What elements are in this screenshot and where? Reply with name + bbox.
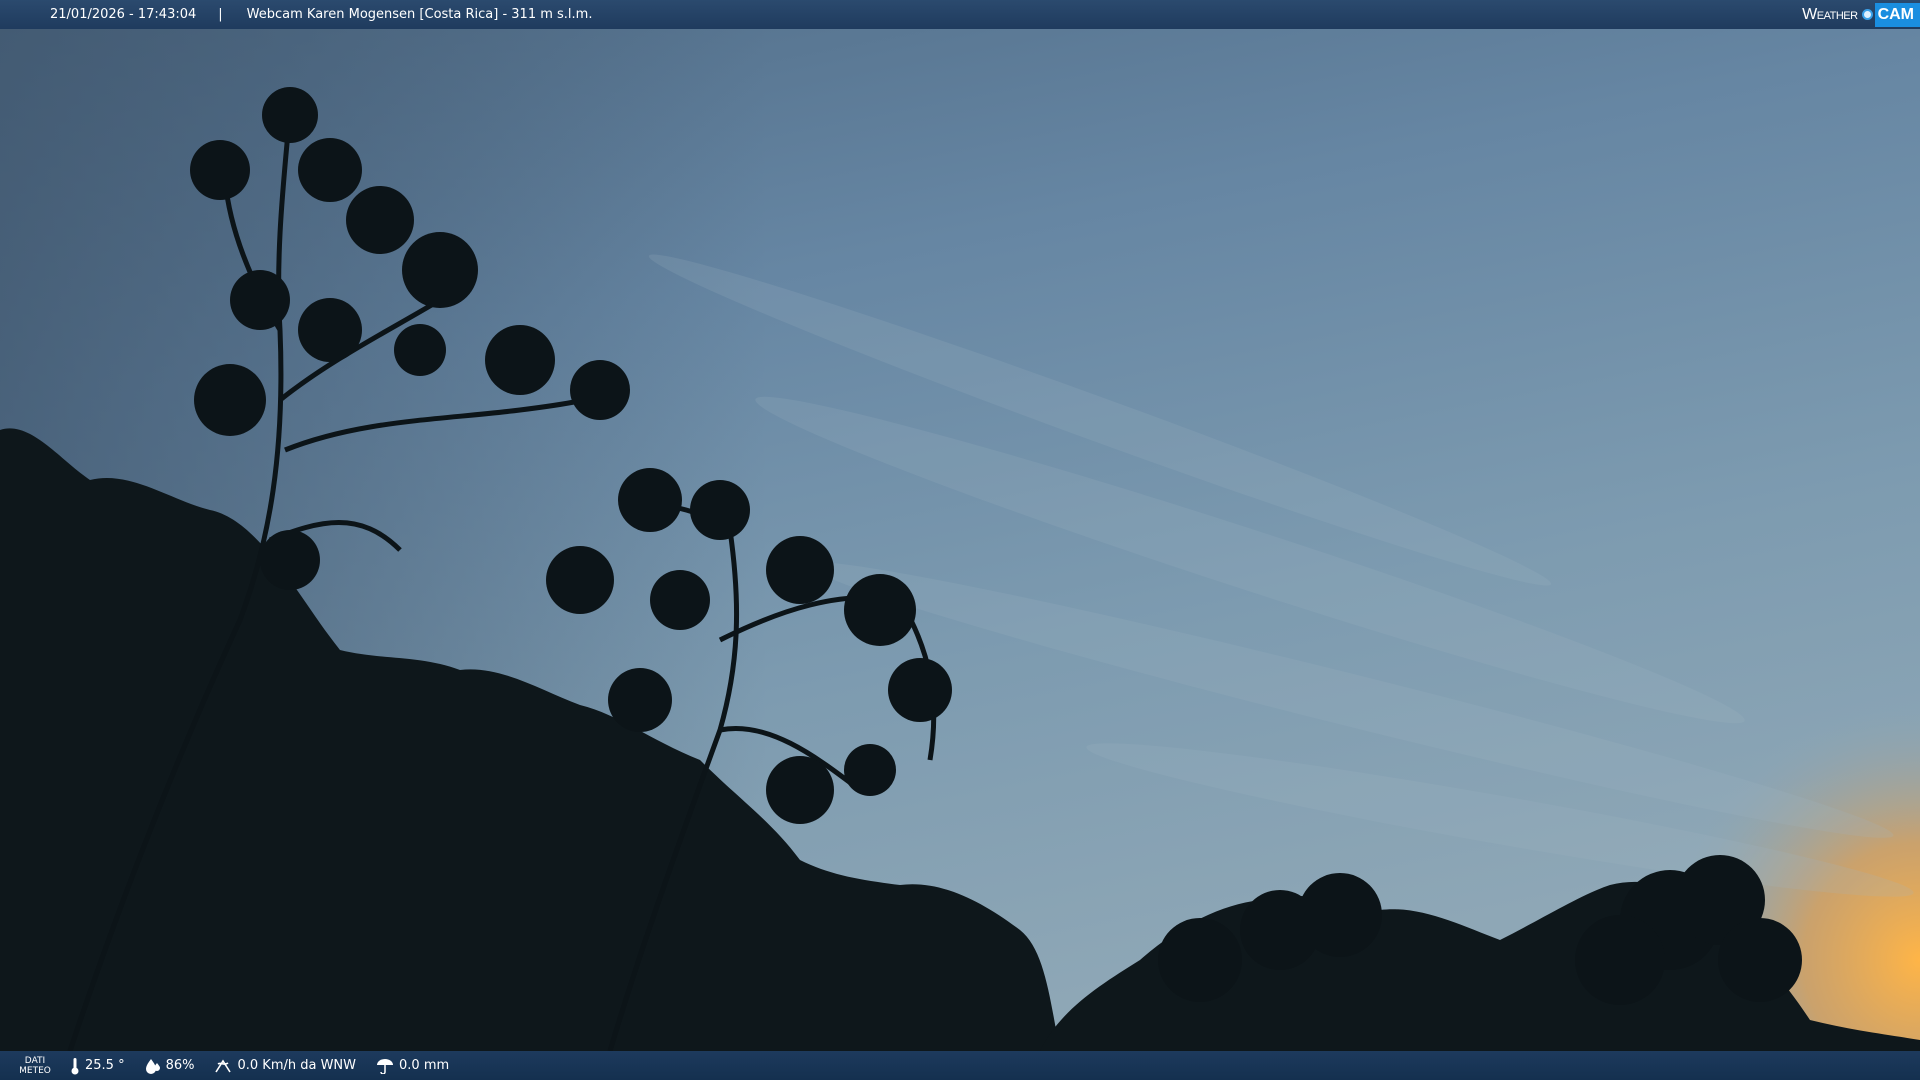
- webcam-title: Webcam Karen Mogensen [Costa Rica] - 311…: [246, 7, 593, 22]
- rain-value: 0.0 mm: [399, 1058, 450, 1073]
- timestamp: 21/01/2026 - 17:43:04: [50, 7, 197, 22]
- wind-value: 0.0 Km/h da WNW: [237, 1058, 357, 1073]
- rain-icon: [377, 1058, 394, 1074]
- humidity-icon: [145, 1058, 160, 1074]
- wind-readout: 0.0 Km/h da WNW: [214, 1058, 356, 1074]
- weather-data-bar: DATI METEO 25.5 ° 86% 0.0 Km/h da WNW 0.…: [0, 1051, 1920, 1080]
- humidity-value: 86%: [165, 1058, 195, 1073]
- rain-readout: 0.0 mm: [376, 1058, 449, 1074]
- header-bar: 21/01/2026 - 17:43:04 | Webcam Karen Mog…: [0, 0, 1920, 29]
- dati-meteo-label: DATI METEO: [19, 1055, 51, 1076]
- wind-icon: [215, 1059, 232, 1072]
- logo-dot-icon: [1861, 9, 1873, 20]
- thermometer-icon: [71, 1057, 79, 1074]
- webcam-image: [0, 0, 1920, 1080]
- weathercam-logo[interactable]: Weather CAM: [1802, 0, 1920, 29]
- logo-word: Weather: [1802, 5, 1858, 23]
- temperature-readout: 25.5 °: [70, 1057, 125, 1075]
- temperature-value: 25.5 °: [85, 1058, 125, 1073]
- humidity-readout: 86%: [145, 1058, 195, 1074]
- header-separator: |: [218, 7, 223, 22]
- logo-cam: CAM: [1874, 2, 1920, 27]
